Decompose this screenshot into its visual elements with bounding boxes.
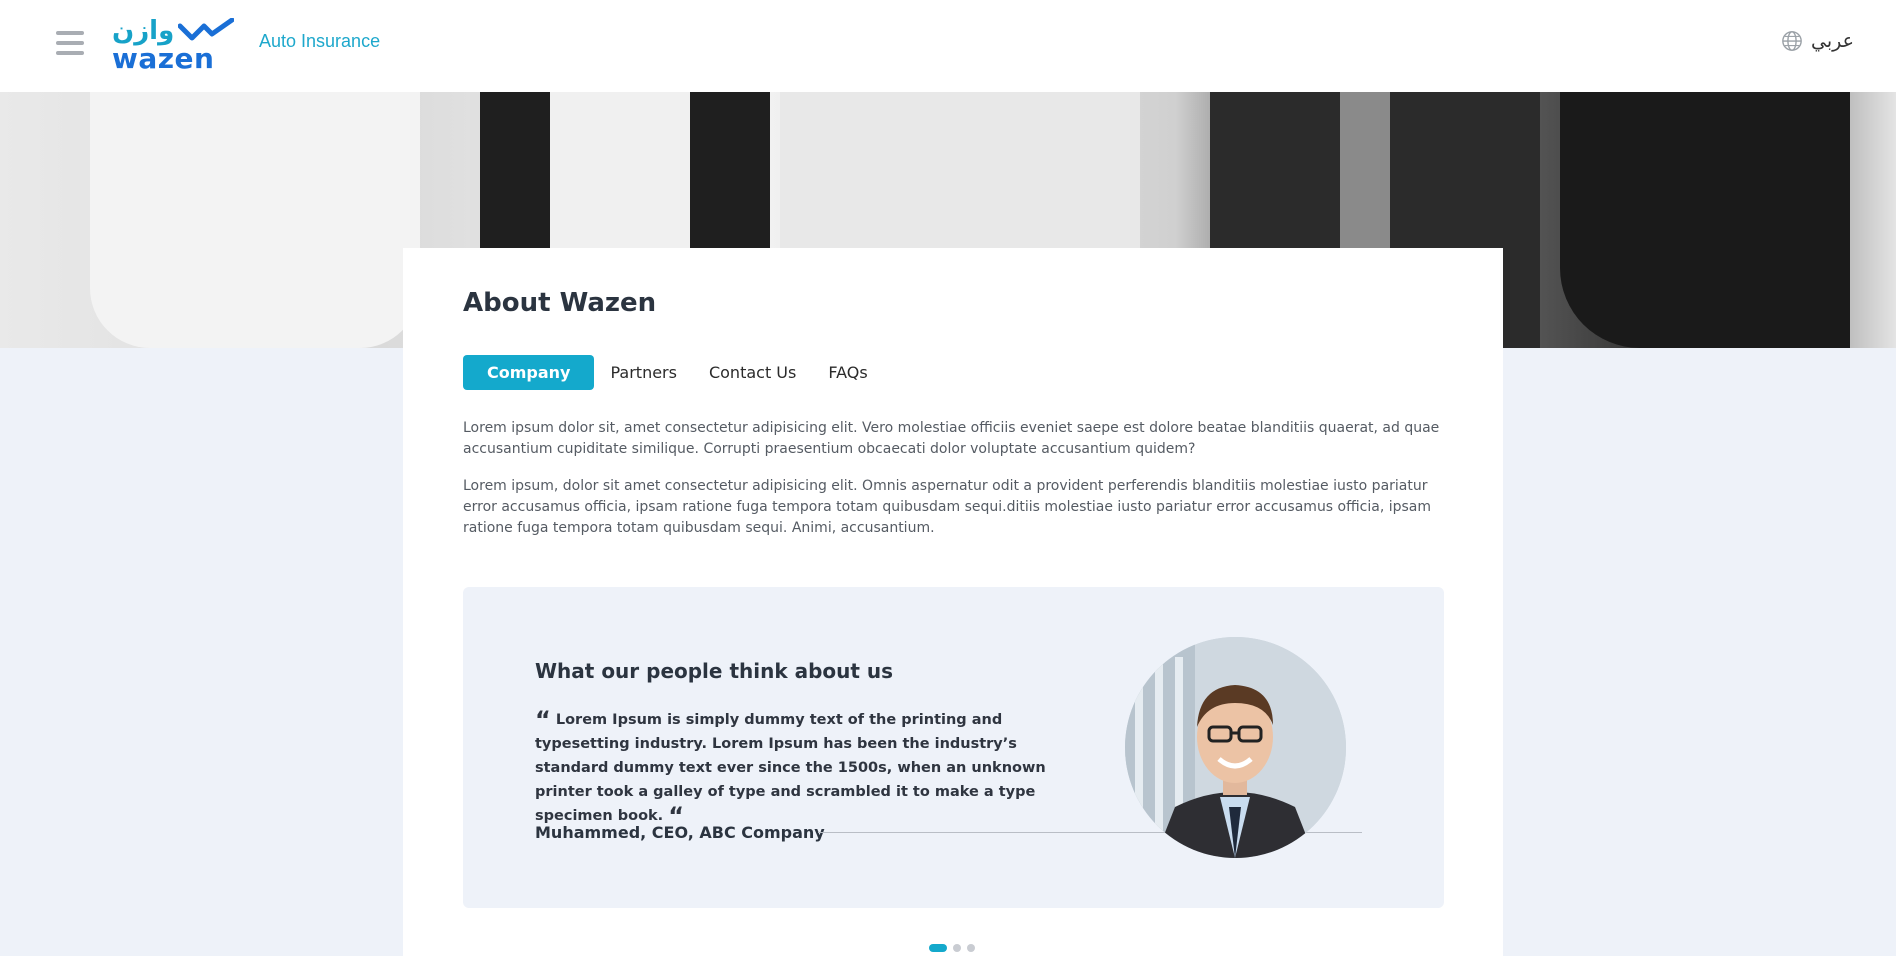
logo-english-text: wazen	[112, 42, 215, 75]
tab-company[interactable]: Company	[463, 355, 595, 390]
language-label: عربي	[1811, 30, 1854, 52]
carousel-dot[interactable]	[929, 944, 947, 952]
site-header: وازن wazen Auto Insurance عربي	[0, 0, 1896, 92]
globe-icon	[1782, 31, 1802, 51]
testimonial-avatar	[1125, 637, 1346, 858]
wazen-logo[interactable]: وازن wazen	[112, 16, 234, 75]
logo-check-icon	[178, 18, 234, 41]
about-paragraph: Lorem ipsum, dolor sit amet consectetur …	[463, 478, 1432, 536]
about-card: About Wazen Company Partners Contact Us …	[403, 248, 1503, 956]
language-toggle[interactable]: عربي	[1781, 30, 1854, 52]
hero-person-shape	[90, 92, 420, 348]
quote-open-icon: “	[535, 706, 551, 734]
testimonial-panel: What our people think about us “ Lorem I…	[463, 587, 1444, 908]
carousel-dots	[929, 944, 975, 952]
testimonial-quote: “ Lorem Ipsum is simply dummy text of th…	[535, 708, 1055, 828]
about-tabs: Company Partners Contact Us FAQs	[463, 355, 900, 390]
testimonial-author: Muhammed, CEO, ABC Company	[535, 823, 825, 842]
hero-person-shape	[1560, 92, 1850, 348]
hamburger-icon[interactable]	[56, 31, 84, 55]
person-photo-icon	[1125, 637, 1346, 858]
tab-contact-us[interactable]: Contact Us	[709, 363, 796, 382]
about-paragraph: Lorem ipsum dolor sit, amet consectetur …	[463, 420, 1440, 457]
testimonial-quote-text: Lorem Ipsum is simply dummy text of the …	[535, 712, 1046, 824]
carousel-dot[interactable]	[953, 944, 961, 952]
page-title: About Wazen	[463, 288, 657, 318]
carousel-dot[interactable]	[967, 944, 975, 952]
tab-faqs[interactable]: FAQs	[828, 363, 867, 382]
tab-partners[interactable]: Partners	[610, 363, 676, 382]
product-label[interactable]: Auto Insurance	[259, 31, 380, 52]
testimonial-heading: What our people think about us	[535, 659, 894, 683]
